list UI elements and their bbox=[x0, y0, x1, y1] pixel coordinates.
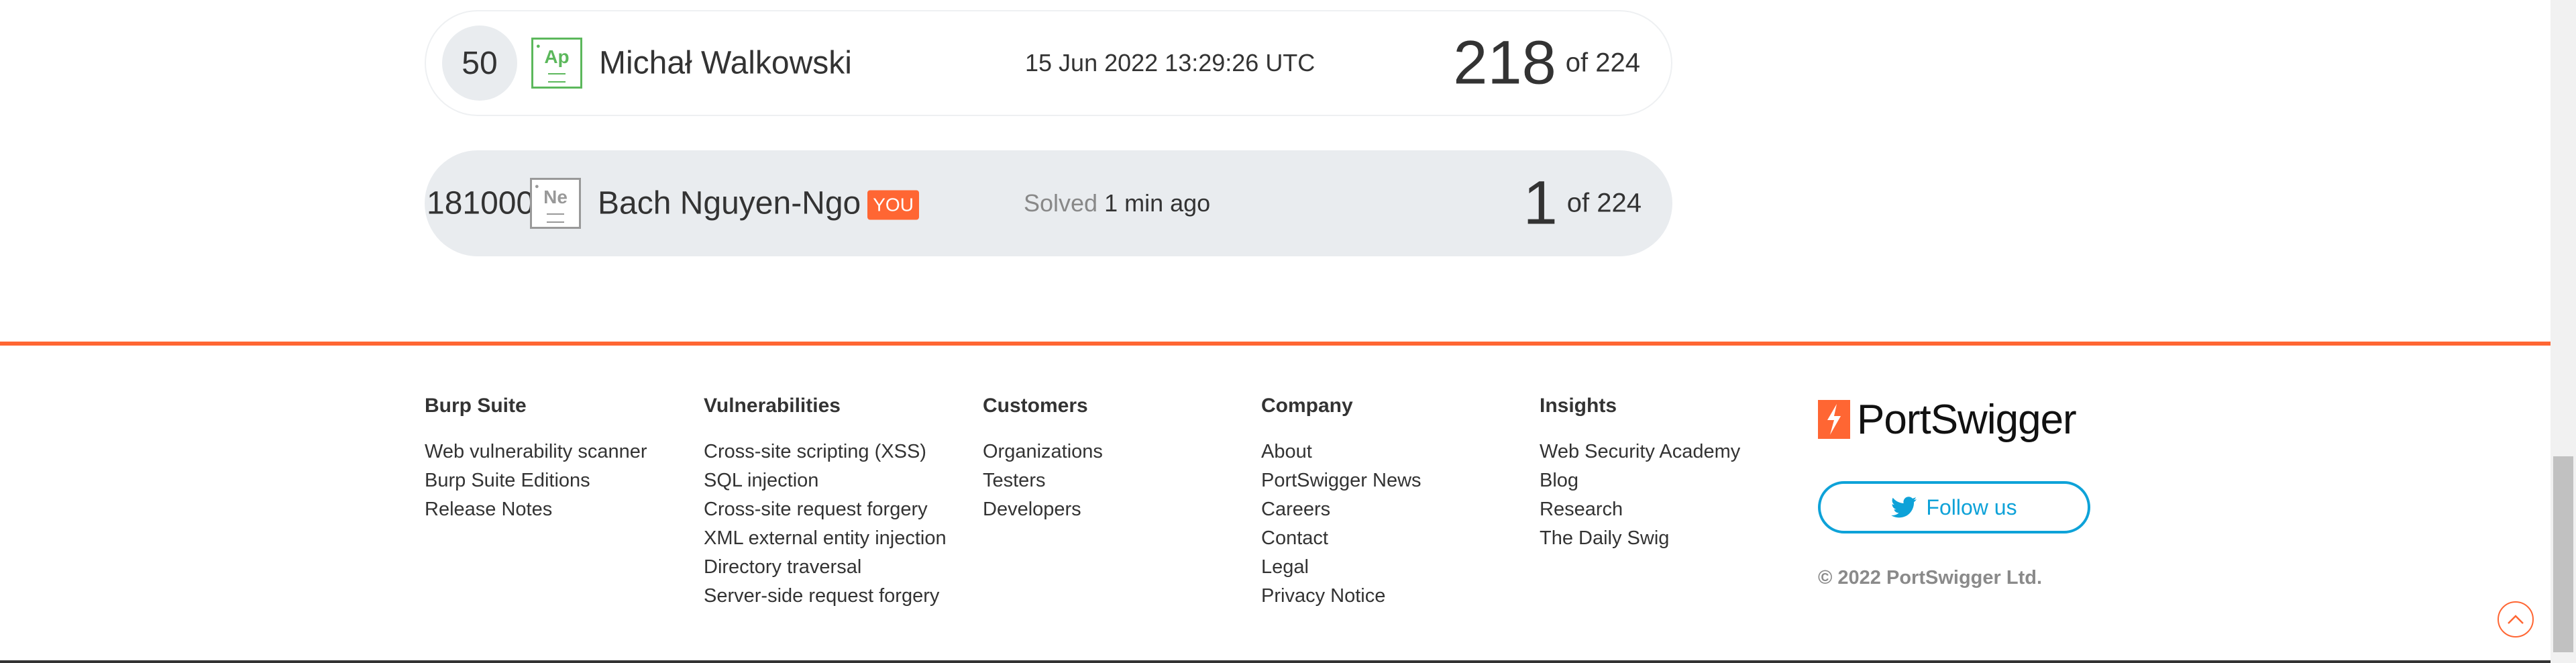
footer-column-vulnerabilities: Vulnerabilities Cross-site scripting (XS… bbox=[704, 395, 947, 611]
solved-date: 15 Jun 2022 13:29:26 UTC bbox=[1025, 49, 1316, 76]
footer-link[interactable]: Server-side request forgery bbox=[704, 582, 947, 611]
footer-link[interactable]: The Daily Swig bbox=[1540, 524, 1740, 553]
footer-heading: Vulnerabilities bbox=[704, 395, 841, 417]
footer-column-company: Company About PortSwigger News Careers C… bbox=[1261, 395, 1421, 611]
footer-link[interactable]: PortSwigger News bbox=[1261, 466, 1421, 495]
footer-link[interactable]: Cross-site scripting (XSS) bbox=[704, 438, 947, 466]
footer-link[interactable]: Privacy Notice bbox=[1261, 582, 1421, 611]
portswigger-logo-icon bbox=[1818, 400, 1850, 439]
footer-link[interactable]: Directory traversal bbox=[704, 553, 947, 582]
user-name-text: Bach Nguyen-Ngo bbox=[598, 185, 861, 221]
footer-link[interactable]: Web Security Academy bbox=[1540, 438, 1740, 466]
solved-label: Solved bbox=[1024, 189, 1098, 217]
level-element-icon: ● Ap bbox=[531, 38, 582, 89]
twitter-icon bbox=[1891, 497, 1917, 518]
solved-time: 1 min ago bbox=[1104, 189, 1211, 217]
footer-link[interactable]: Legal bbox=[1261, 553, 1421, 582]
footer-column-burp-suite: Burp Suite Web vulnerability scanner Bur… bbox=[425, 395, 647, 524]
footer-link[interactable]: Blog bbox=[1540, 466, 1740, 495]
solved-status: Solved 1 min ago bbox=[1024, 189, 1210, 217]
footer-heading: Company bbox=[1261, 395, 1353, 417]
portswigger-logo[interactable]: PortSwigger bbox=[1818, 396, 2077, 443]
footer-link[interactable]: Release Notes bbox=[425, 495, 647, 524]
footer-divider bbox=[0, 342, 2551, 346]
footer-link[interactable]: SQL injection bbox=[704, 466, 947, 495]
footer-link[interactable]: Burp Suite Editions bbox=[425, 466, 647, 495]
footer-column-customers: Customers Organizations Testers Develope… bbox=[983, 395, 1103, 524]
scroll-to-top-button[interactable] bbox=[2498, 601, 2534, 638]
page: 50 ● Ap Michał Walkowski 15 Jun 2022 13:… bbox=[0, 0, 2551, 663]
user-name: Bach Nguyen-Ngo YOU bbox=[598, 185, 919, 222]
you-badge: YOU bbox=[867, 190, 919, 220]
rank-badge: 50 bbox=[442, 26, 517, 101]
solved-count: 1 of 224 bbox=[1523, 168, 1642, 239]
scrollbar-thumb[interactable] bbox=[2553, 456, 2573, 652]
rank-number: 181000 bbox=[427, 185, 535, 221]
level-element-icon: ● Ne bbox=[530, 178, 581, 229]
chevron-up-icon bbox=[2508, 615, 2524, 624]
element-symbol: Ap bbox=[544, 46, 570, 67]
solved-number: 1 bbox=[1523, 168, 1558, 238]
leaderboard-row: 50 ● Ap Michał Walkowski 15 Jun 2022 13:… bbox=[425, 10, 1672, 116]
footer-link[interactable]: Developers bbox=[983, 495, 1103, 524]
footer-link[interactable]: About bbox=[1261, 438, 1421, 466]
footer-link[interactable]: Testers bbox=[983, 466, 1103, 495]
footer-column-insights: Insights Web Security Academy Blog Resea… bbox=[1540, 395, 1740, 553]
element-symbol: Ne bbox=[543, 187, 568, 207]
brand-name: PortSwigger bbox=[1857, 396, 2077, 443]
footer-heading: Burp Suite bbox=[425, 395, 527, 417]
follow-us-button[interactable]: Follow us bbox=[1818, 481, 2090, 533]
copyright-text: © 2022 PortSwigger Ltd. bbox=[1818, 567, 2042, 589]
user-name: Michał Walkowski bbox=[599, 45, 852, 81]
leaderboard-row-you: 181000 ● Ne Bach Nguyen-Ngo YOU Solved 1 … bbox=[425, 150, 1672, 256]
footer-heading: Insights bbox=[1540, 395, 1617, 417]
footer-link[interactable]: Organizations bbox=[983, 438, 1103, 466]
footer-link[interactable]: Careers bbox=[1261, 495, 1421, 524]
footer-link[interactable]: Contact bbox=[1261, 524, 1421, 553]
solved-count: 218 of 224 bbox=[1453, 28, 1640, 99]
solved-number: 218 bbox=[1453, 28, 1556, 97]
footer-heading: Customers bbox=[983, 395, 1088, 417]
follow-us-label: Follow us bbox=[1926, 495, 2017, 519]
footer-link[interactable]: Research bbox=[1540, 495, 1740, 524]
footer-link[interactable]: XML external entity injection bbox=[704, 524, 947, 553]
vertical-scrollbar[interactable] bbox=[2551, 0, 2576, 663]
solved-total: of 224 bbox=[1565, 48, 1640, 78]
footer-link[interactable]: Cross-site request forgery bbox=[704, 495, 947, 524]
page-bottom-border bbox=[0, 660, 2551, 663]
solved-total: of 224 bbox=[1566, 188, 1642, 218]
footer-link[interactable]: Web vulnerability scanner bbox=[425, 438, 647, 466]
